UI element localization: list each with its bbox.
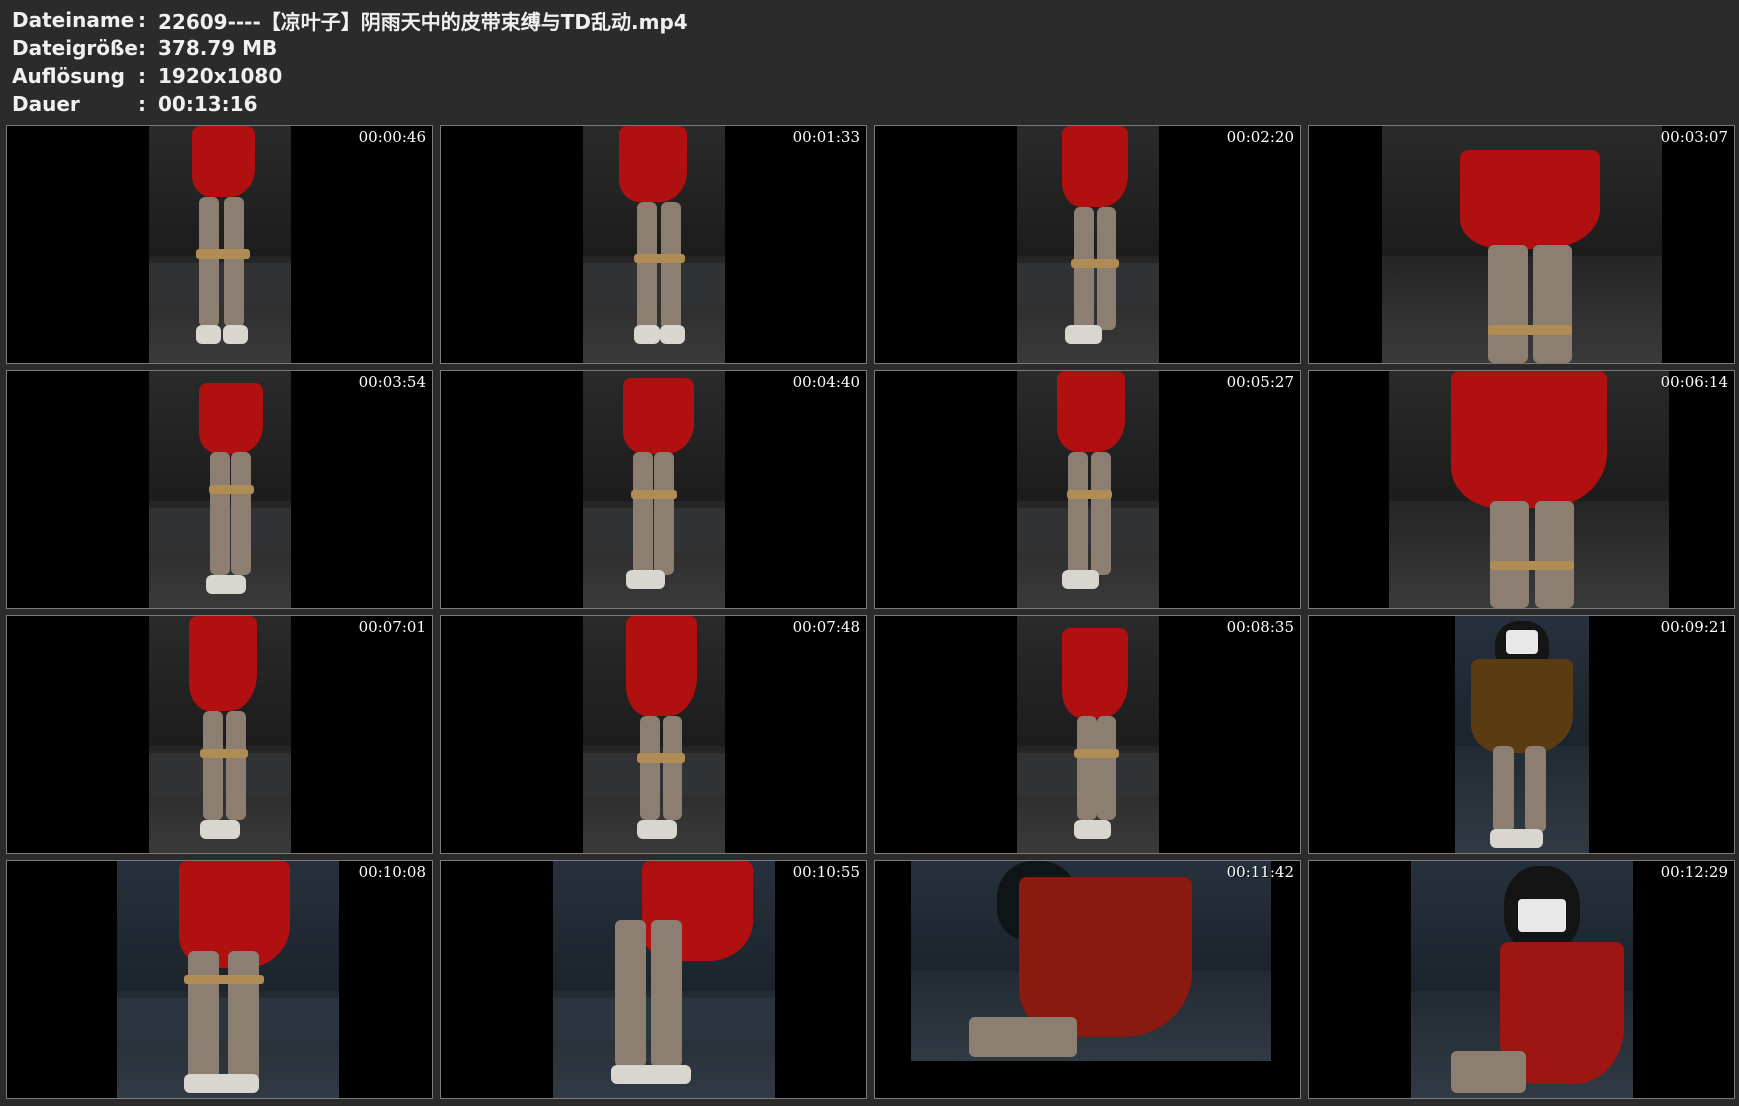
timestamp-label: 00:10:55: [792, 863, 860, 881]
thumbnail[interactable]: 00:03:07: [1308, 125, 1735, 364]
timestamp-label: 00:07:48: [792, 618, 860, 636]
video-frame: [1455, 616, 1589, 853]
video-frame: [911, 861, 1271, 1061]
thumbnail[interactable]: 00:09:21: [1308, 615, 1735, 854]
video-frame: [1382, 126, 1662, 363]
thumbnail[interactable]: 00:01:33: [440, 125, 867, 364]
video-frame: [1389, 371, 1669, 608]
timestamp-label: 00:06:14: [1660, 373, 1728, 391]
video-frame: [583, 371, 725, 608]
video-frame: [583, 616, 725, 853]
thumbnail[interactable]: 00:05:27: [874, 370, 1301, 609]
thumbnail[interactable]: 00:02:20: [874, 125, 1301, 364]
timestamp-label: 00:05:27: [1226, 373, 1294, 391]
thumbnail[interactable]: 00:12:29: [1308, 860, 1735, 1099]
separator: :: [138, 92, 146, 116]
resolution-value: 1920x1080: [158, 64, 283, 88]
thumbnail[interactable]: 00:06:14: [1308, 370, 1735, 609]
thumbnail[interactable]: 00:11:42: [874, 860, 1301, 1099]
thumbnail[interactable]: 00:04:40: [440, 370, 867, 609]
separator: :: [138, 36, 146, 60]
timestamp-label: 00:08:35: [1226, 618, 1294, 636]
separator: :: [138, 64, 146, 88]
timestamp-label: 00:07:01: [358, 618, 426, 636]
filename-row: Dateiname : 22609----【凉叶子】阴雨天中的皮带束缚与TD乱动…: [12, 6, 688, 34]
duration-value: 00:13:16: [158, 92, 258, 116]
thumbnail[interactable]: 00:00:46: [6, 125, 433, 364]
resolution-row: Auflösung : 1920x1080: [12, 62, 688, 90]
thumbnail[interactable]: 00:07:01: [6, 615, 433, 854]
video-frame: [553, 861, 775, 1098]
filesize-value: 378.79 MB: [158, 36, 278, 60]
thumbnail[interactable]: 00:03:54: [6, 370, 433, 609]
video-frame: [149, 126, 291, 363]
thumbnail[interactable]: 00:07:48: [440, 615, 867, 854]
duration-row: Dauer : 00:13:16: [12, 90, 688, 118]
thumbnail[interactable]: 00:10:08: [6, 860, 433, 1099]
filename-label: Dateiname: [12, 8, 135, 32]
timestamp-label: 00:04:40: [792, 373, 860, 391]
thumbnail-grid: 00:00:46 00:01:33 00:02:20 00:03:07 00:0…: [6, 125, 1735, 1099]
video-frame: [149, 616, 291, 853]
filesize-row: Dateigröße : 378.79 MB: [12, 34, 688, 62]
separator: :: [138, 8, 146, 32]
timestamp-label: 00:02:20: [1226, 128, 1294, 146]
video-frame: [1017, 371, 1159, 608]
timestamp-label: 00:03:07: [1660, 128, 1728, 146]
file-info-header: Dateiname : 22609----【凉叶子】阴雨天中的皮带束缚与TD乱动…: [12, 6, 688, 118]
timestamp-label: 00:12:29: [1660, 863, 1728, 881]
timestamp-label: 00:09:21: [1660, 618, 1728, 636]
video-frame: [149, 371, 291, 608]
thumbnail[interactable]: 00:08:35: [874, 615, 1301, 854]
filename-value: 22609----【凉叶子】阴雨天中的皮带束缚与TD乱动.mp4: [158, 9, 688, 34]
resolution-label: Auflösung: [12, 64, 125, 88]
timestamp-label: 00:01:33: [792, 128, 860, 146]
video-frame: [117, 861, 339, 1098]
timestamp-label: 00:00:46: [358, 128, 426, 146]
timestamp-label: 00:10:08: [358, 863, 426, 881]
video-frame: [1411, 861, 1633, 1098]
timestamp-label: 00:11:42: [1226, 863, 1294, 881]
thumbnail[interactable]: 00:10:55: [440, 860, 867, 1099]
video-frame: [583, 126, 725, 363]
timestamp-label: 00:03:54: [358, 373, 426, 391]
duration-label: Dauer: [12, 92, 80, 116]
filesize-label: Dateigröße: [12, 36, 138, 60]
video-frame: [1017, 126, 1159, 363]
video-frame: [1017, 616, 1159, 853]
